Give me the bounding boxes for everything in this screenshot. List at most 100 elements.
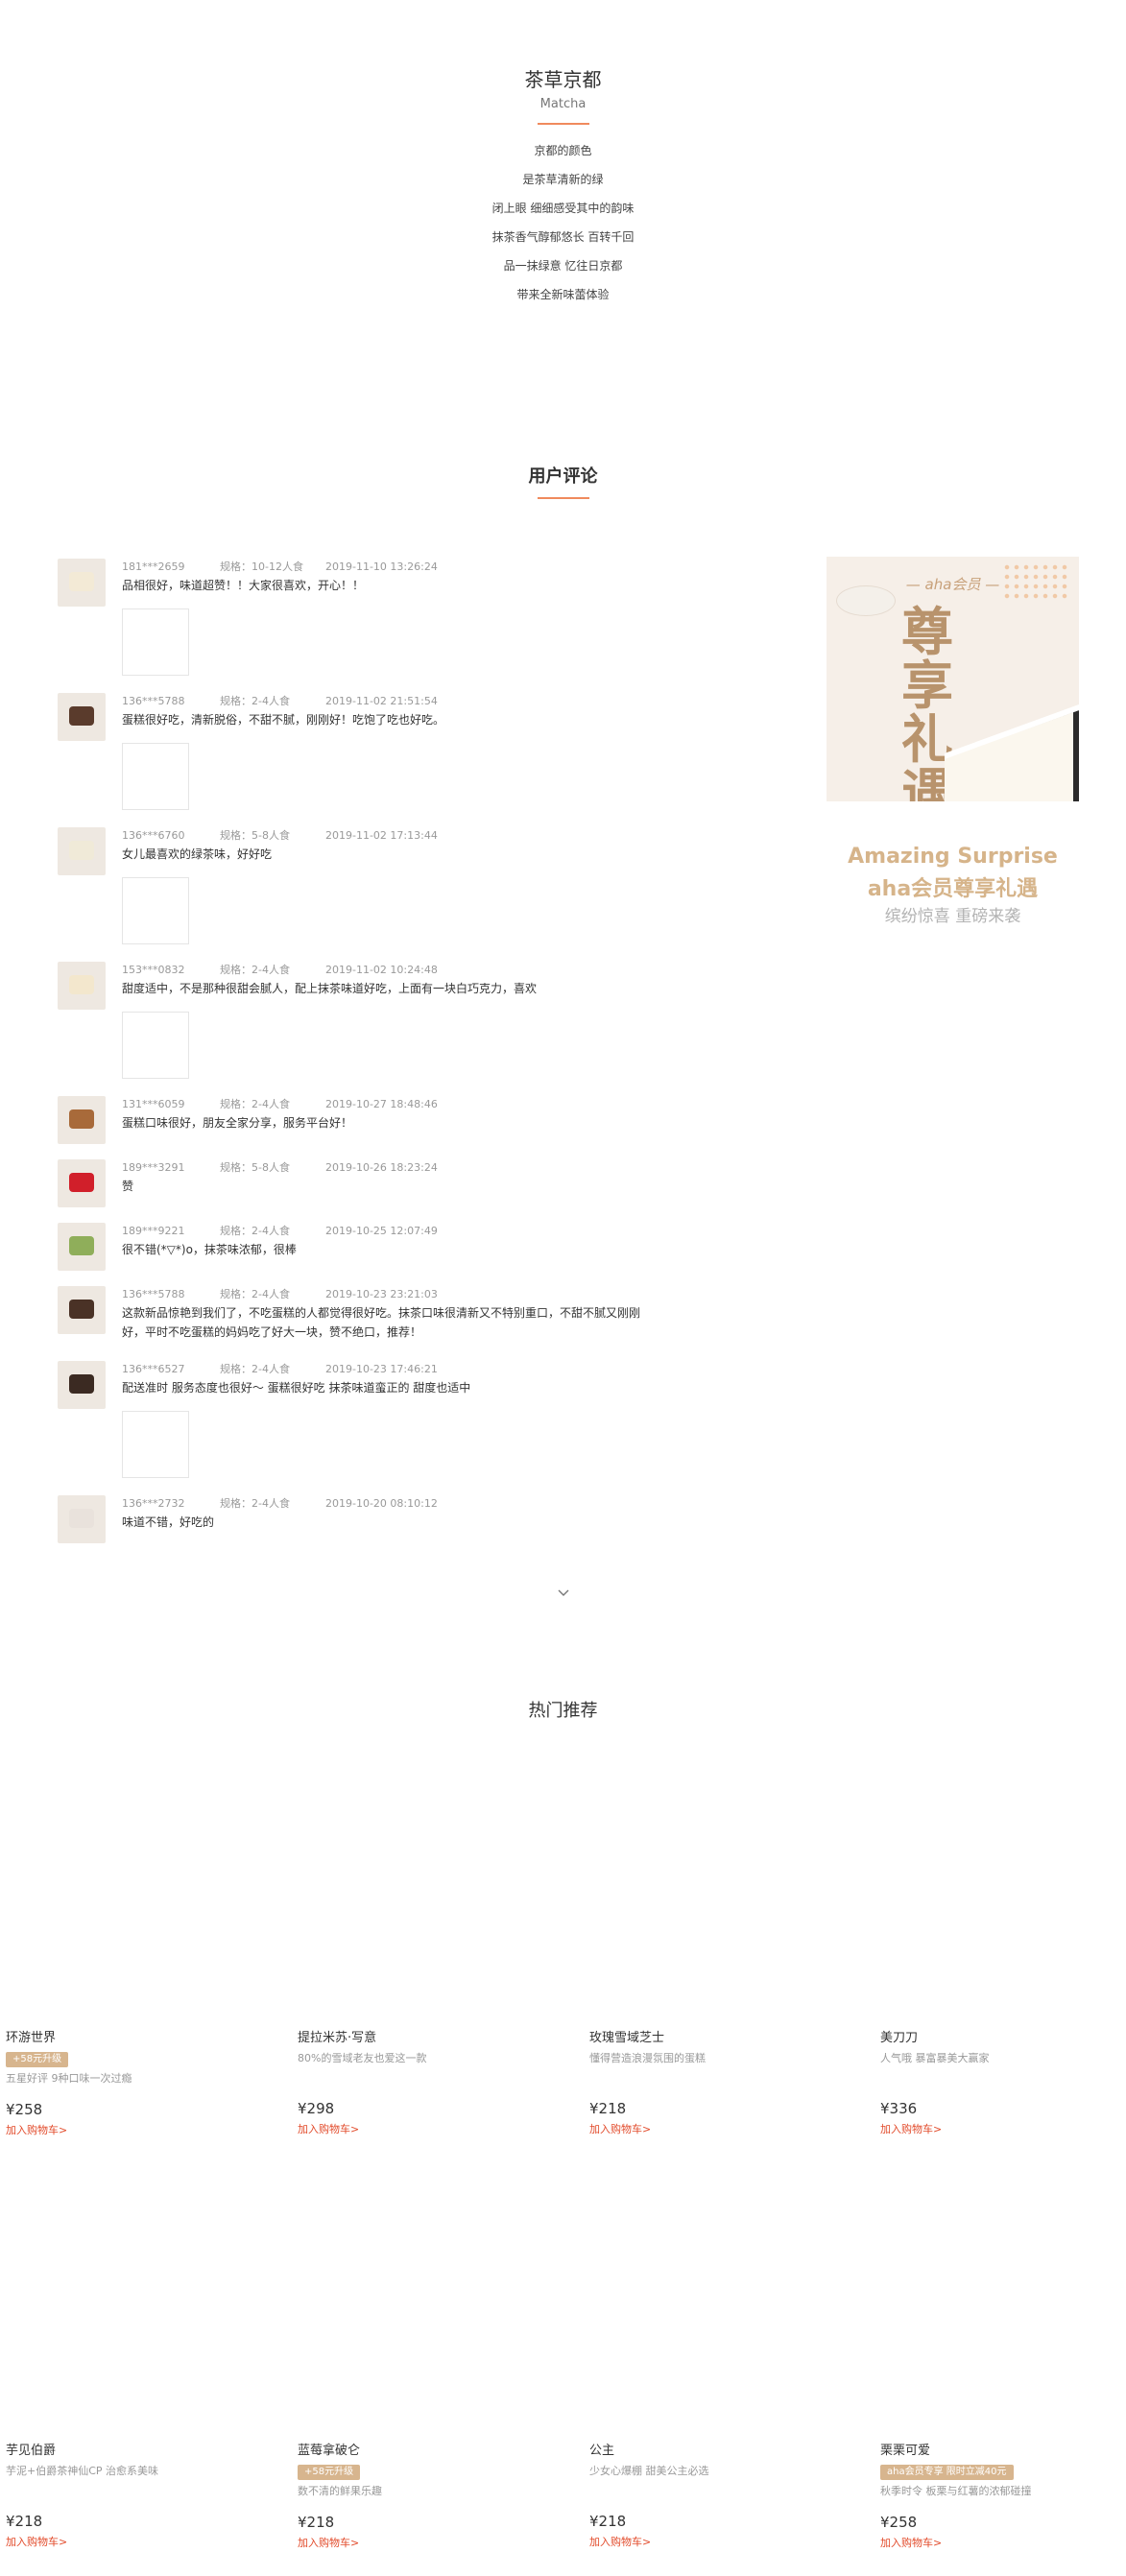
reviews-title: 用户评论 <box>528 466 598 487</box>
review-user: 189***3291 <box>122 1161 185 1174</box>
spec-label: 规格： <box>220 1098 252 1110</box>
product-thumbnail[interactable] <box>58 1495 106 1543</box>
review-time: 2019-10-26 18:23:24 <box>325 1161 438 1174</box>
review-photo[interactable] <box>122 608 189 676</box>
product-card[interactable]: 环游世界 +58元升级 五星好评 9种口味一次过瘾 ¥258 加入购物车> <box>6 2030 265 2138</box>
product-name[interactable]: 环游世界 <box>6 2030 265 2047</box>
review-meta: 153***0832 规格：2-4人食 2019-11-02 10:24:48 <box>122 962 438 979</box>
product-thumbnail[interactable] <box>58 1223 106 1271</box>
spec-value: 2-4人食 <box>252 1098 290 1110</box>
review-text: 味道不错，好吃的 <box>122 1515 215 1529</box>
product-card[interactable]: 玫瑰雪域芝士 懂得营造浪漫氛围的蛋糕 ¥218 加入购物车> <box>589 2030 849 2137</box>
review-text: 蛋糕很好吃，清新脱俗，不甜不腻，刚刚好！吃饱了吃也好吃。 <box>122 713 445 727</box>
product-card[interactable]: 蓝莓拿破仑 +58元升级 数不清的鲜果乐趣 ¥218 加入购物车> <box>298 2443 557 2551</box>
product-thumbnail[interactable] <box>58 1096 106 1144</box>
review-text: 蛋糕口味很好，朋友全家分享，服务平台好！ <box>122 1116 353 1130</box>
intro-subtitle: Matcha <box>539 97 587 111</box>
intro-poem: 京都的颜色 是茶草清新的绿 闭上眼 细细感受其中的韵味 抹茶香气醇郁悠长 百转千… <box>0 136 1126 309</box>
product-name[interactable]: 玫瑰雪域芝士 <box>589 2030 849 2047</box>
review-text: 女儿最喜欢的绿茶味，好好吃 <box>122 847 273 861</box>
review-user: 189***9221 <box>122 1225 185 1237</box>
add-to-cart-link[interactable]: 加入购物车> <box>298 2536 557 2551</box>
review-photo[interactable] <box>122 743 189 810</box>
review-text: 配送准时 服务态度也很好～ 蛋糕很好吃 抹茶味道蛮正的 甜度也适中 <box>122 1381 471 1395</box>
member-badge: aha会员专享 限时立减40元 <box>880 2465 1014 2480</box>
add-to-cart-link[interactable]: 加入购物车> <box>589 2535 849 2550</box>
spec-value: 2-4人食 <box>252 1288 290 1300</box>
review-spec: 规格：5-8人食 <box>220 1159 325 1177</box>
add-to-cart-link[interactable]: 加入购物车> <box>6 2535 265 2550</box>
recommend-title: 热门推荐 <box>528 1701 598 1721</box>
review-spec: 规格：2-4人食 <box>220 1096 325 1113</box>
add-to-cart-link[interactable]: 加入购物车> <box>589 2122 849 2137</box>
product-name[interactable]: 芋见伯爵 <box>6 2443 265 2460</box>
review-user: 181***2659 <box>122 561 185 573</box>
product-card[interactable]: 美刀刀 人气哦 暴富暴美大赢家 ¥336 加入购物车> <box>880 2030 1126 2137</box>
review-photo[interactable] <box>122 1411 189 1478</box>
review-time: 2019-10-25 12:07:49 <box>325 1225 438 1237</box>
review-user: 136***6760 <box>122 829 185 842</box>
intro-section: 茶草京都 Matcha 京都的颜色 是茶草清新的绿 闭上眼 细细感受其中的韵味 … <box>0 67 1126 309</box>
intro-line: 是茶草清新的绿 <box>522 173 604 186</box>
product-card[interactable]: 公主 少女心爆棚 甜美公主必选 ¥218 加入购物车> <box>589 2443 849 2550</box>
product-thumbnail[interactable] <box>58 962 106 1010</box>
product-thumbnail[interactable] <box>58 559 106 607</box>
review-photo[interactable] <box>122 877 189 944</box>
upgrade-badge: +58元升级 <box>6 2052 69 2067</box>
product-price: ¥218 <box>589 2100 627 2117</box>
product-thumbnail[interactable] <box>58 1159 106 1207</box>
product-thumbnail[interactable] <box>58 693 106 741</box>
product-name[interactable]: 蓝莓拿破仑 <box>298 2443 557 2460</box>
product-card[interactable]: 提拉米苏·写意 80%的雪域老友也爱这一款 ¥298 加入购物车> <box>298 2030 557 2137</box>
review-meta: 136***6760 规格：5-8人食 2019-11-02 17:13:44 <box>122 827 438 845</box>
spec-value: 2-4人食 <box>252 1225 290 1237</box>
add-to-cart-link[interactable]: 加入购物车> <box>298 2122 557 2137</box>
product-card[interactable]: 芋见伯爵 芋泥+伯爵茶神仙CP 治愈系美味 ¥218 加入购物车> <box>6 2443 265 2550</box>
title-divider <box>537 497 589 499</box>
product-name[interactable]: 提拉米苏·写意 <box>298 2030 557 2047</box>
banner-line-1: Amazing Surprise <box>848 845 1058 869</box>
review-time: 2019-11-02 17:13:44 <box>325 829 438 842</box>
add-to-cart-link[interactable]: 加入购物车> <box>880 2122 1126 2137</box>
spec-label: 规格： <box>220 561 252 573</box>
product-price: ¥258 <box>880 2514 918 2531</box>
intro-line: 抹茶香气醇郁悠长 百转千回 <box>491 230 635 244</box>
review-time: 2019-11-02 21:51:54 <box>325 695 438 707</box>
review-meta: 136***6527 规格：2-4人食 2019-10-23 17:46:21 <box>122 1361 438 1378</box>
product-price: ¥258 <box>6 2101 43 2118</box>
spec-label: 规格： <box>220 1363 252 1375</box>
review-spec: 规格：10-12人食 <box>220 559 325 576</box>
product-name[interactable]: 栗栗可爱 <box>880 2443 1126 2460</box>
product-thumbnail[interactable] <box>58 1361 106 1409</box>
add-to-cart-link[interactable]: 加入购物车> <box>6 2123 265 2138</box>
review-photo[interactable] <box>122 1012 189 1079</box>
review-meta: 189***9221 规格：2-4人食 2019-10-25 12:07:49 <box>122 1223 438 1240</box>
spec-label: 规格： <box>220 1161 252 1174</box>
product-desc: 懂得营造浪漫氛围的蛋糕 <box>589 2052 706 2064</box>
product-name[interactable]: 公主 <box>589 2443 849 2460</box>
chevron-down-icon[interactable] <box>557 1586 570 1599</box>
spec-value: 2-4人食 <box>252 964 290 976</box>
product-card[interactable]: 栗栗可爱 aha会员专享 限时立减40元 秋季时令 板栗与红薯的浓郁碰撞 ¥25… <box>880 2443 1126 2551</box>
review-time: 2019-11-10 13:26:24 <box>325 561 438 573</box>
product-price: ¥218 <box>298 2514 335 2531</box>
upgrade-badge: +58元升级 <box>298 2465 361 2480</box>
spec-label: 规格： <box>220 964 252 976</box>
product-thumbnail[interactable] <box>58 1286 106 1334</box>
product-name[interactable]: 美刀刀 <box>880 2030 1126 2047</box>
add-to-cart-link[interactable]: 加入购物车> <box>880 2536 1126 2551</box>
review-time: 2019-10-23 23:21:03 <box>325 1288 438 1300</box>
banner-line-2: aha会员尊享礼遇 <box>867 877 1039 901</box>
review-meta: 131***6059 规格：2-4人食 2019-10-27 18:48:46 <box>122 1096 438 1113</box>
review-spec: 规格：2-4人食 <box>220 693 325 710</box>
spec-value: 2-4人食 <box>252 695 290 707</box>
banner-line-3: 缤纷惊喜 重磅来袭 <box>884 907 1021 926</box>
review-meta: 136***5788 规格：2-4人食 2019-11-02 21:51:54 <box>122 693 438 710</box>
member-banner[interactable]: — aha会员 — 尊享礼遇 Amazing Surprise aha会员尊享礼… <box>827 557 1079 931</box>
review-spec: 规格：5-8人食 <box>220 827 325 845</box>
intro-line: 闭上眼 细细感受其中的韵味 <box>491 202 635 215</box>
banner-brand: — aha会员 — <box>905 576 1000 593</box>
product-desc: 少女心爆棚 甜美公主必选 <box>589 2465 709 2477</box>
product-thumbnail[interactable] <box>58 827 106 875</box>
product-desc: 80%的雪域老友也爱这一款 <box>298 2052 427 2064</box>
